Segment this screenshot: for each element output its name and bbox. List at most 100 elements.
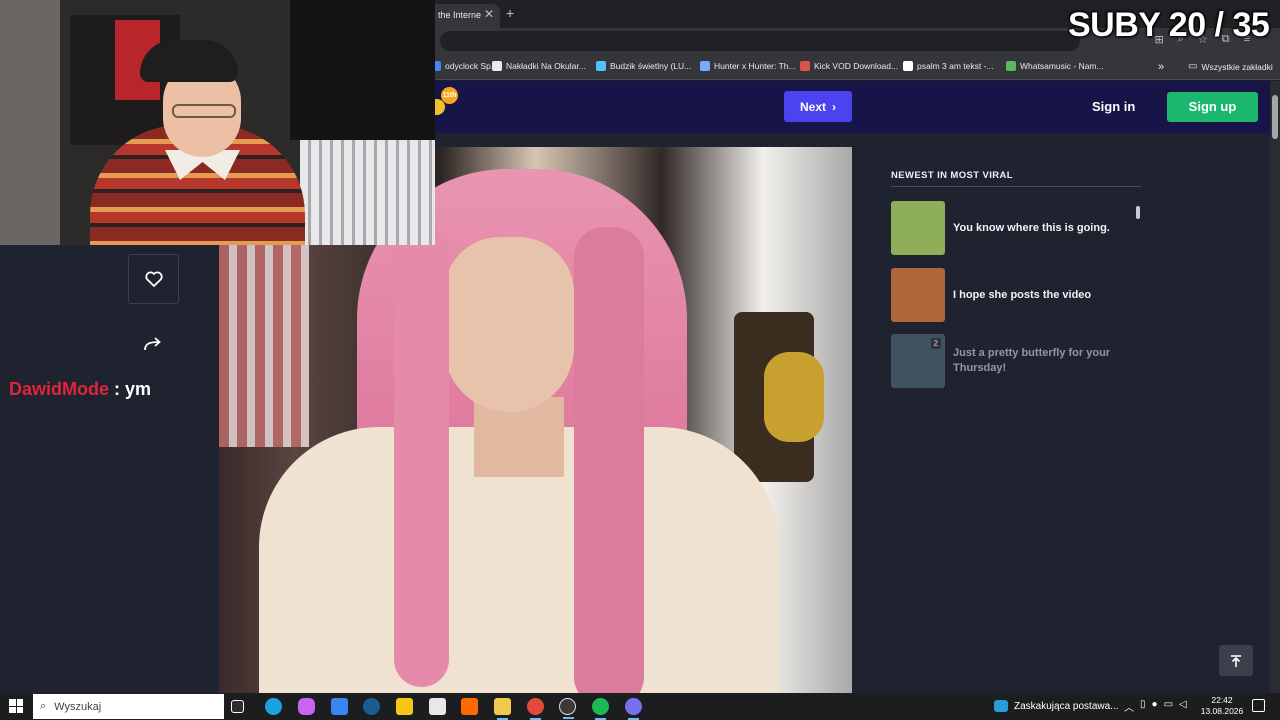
- webcam-person-cap: [140, 40, 238, 82]
- chat-separator: :: [109, 379, 126, 399]
- page-scrollbar[interactable]: [1270, 81, 1280, 693]
- taskbar-clock[interactable]: 22:42 13.08.2026: [1200, 695, 1244, 717]
- news-text: Zaskakująca postawa...: [1014, 700, 1119, 712]
- viral-list-item[interactable]: 2 Just a pretty butterfly for your Thurs…: [891, 334, 1141, 388]
- file-explorer-icon[interactable]: [494, 698, 511, 720]
- discord-icon[interactable]: [625, 698, 642, 720]
- spotify-icon[interactable]: [592, 698, 609, 720]
- next-post-button[interactable]: Next ›: [784, 91, 852, 122]
- sign-up-button[interactable]: Sign up: [1167, 92, 1258, 122]
- notification-icon[interactable]: [1252, 699, 1265, 712]
- bookmark-item[interactable]: Kick VOD Download...: [800, 61, 898, 71]
- chevron-up-icon[interactable]: ︿: [1124, 699, 1134, 714]
- microphone-icon[interactable]: ●: [1152, 699, 1158, 714]
- photo-hair-strand: [574, 227, 644, 693]
- arrow-up-icon: [1231, 654, 1241, 667]
- network-icon[interactable]: ▭: [1164, 699, 1173, 714]
- battery-icon[interactable]: ▯: [1140, 699, 1146, 714]
- bookmark-item[interactable]: psalm 3 am tekst -...: [903, 61, 994, 71]
- viral-thumbnail: [891, 268, 945, 322]
- tab-title: the Interne: [438, 10, 482, 20]
- page-scroll-thumb[interactable]: [1272, 95, 1278, 139]
- webcam-overlay: [0, 0, 435, 245]
- system-tray: ︿ ▯ ● ▭ ◁: [1124, 699, 1187, 714]
- bookmark-label: Nakładki Na Okular...: [506, 61, 586, 71]
- app-orange-icon[interactable]: [461, 698, 478, 715]
- edge-icon[interactable]: [265, 698, 282, 715]
- steam-icon[interactable]: [363, 698, 380, 715]
- share-button[interactable]: [140, 332, 166, 356]
- webcam-window: [290, 0, 435, 140]
- viral-title: I hope she posts the video: [953, 288, 1092, 301]
- task-view-icon[interactable]: [231, 700, 244, 713]
- bookmark-label: psalm 3 am tekst -...: [917, 61, 994, 71]
- viral-list-item[interactable]: You know where this is going.: [891, 201, 1141, 255]
- webcam-radiator: [300, 140, 435, 245]
- subs-counter: SUBY 20 / 35: [1068, 6, 1270, 44]
- bookmark-item[interactable]: Budzik świetlny (LU...: [596, 61, 691, 71]
- bookmark-favicon-icon: [1006, 61, 1016, 71]
- bookmark-item[interactable]: odyclock Sp...: [431, 61, 498, 71]
- back-to-top-button[interactable]: [1219, 645, 1253, 676]
- screen: the Interne ✕ + ⊞ ⌕ ☆ ⧉ ≡ odyclock Sp...…: [0, 0, 1280, 720]
- chat-text: ym: [125, 379, 152, 399]
- all-bookmarks-label: Wszystkie zakładki: [1201, 61, 1273, 72]
- bookmark-favicon-icon: [596, 61, 606, 71]
- bookmark-favicon-icon: [700, 61, 710, 71]
- chat-message: DawidMode : ym: [9, 379, 151, 400]
- store-icon[interactable]: [429, 698, 446, 715]
- copilot-icon[interactable]: [298, 698, 315, 715]
- chrome-icon[interactable]: [527, 698, 544, 720]
- search-placeholder: Wyszukaj: [54, 700, 102, 713]
- address-bar[interactable]: [440, 31, 1080, 51]
- folder-icon: ▭: [1188, 61, 1198, 72]
- app-yellow-icon[interactable]: [396, 698, 413, 715]
- favorite-button[interactable]: [128, 254, 179, 304]
- bookmark-favicon-icon: [800, 61, 810, 71]
- new-tab-icon[interactable]: +: [506, 5, 514, 21]
- search-icon: ⌕: [40, 700, 47, 712]
- image-count-badge: 2: [930, 338, 941, 349]
- sign-in-link[interactable]: Sign in: [1092, 99, 1135, 114]
- clock-date: 13.08.2026: [1200, 706, 1244, 716]
- bookmark-item[interactable]: Hunter x Hunter: Th...: [700, 61, 796, 71]
- bookmark-label: Whatsamusic - Nam...: [1020, 61, 1104, 71]
- taskbar: ⌕ Wyszukaj Zaskakująca postawa... ︿ ▯ ● …: [0, 693, 1280, 720]
- volume-icon[interactable]: ◁: [1179, 699, 1187, 714]
- clock-time: 22:42: [1211, 695, 1233, 705]
- photo-background-figurine: [764, 352, 824, 442]
- bookmark-label: Kick VOD Download...: [814, 61, 899, 71]
- heart-icon: [144, 271, 163, 287]
- photo-hair-strand: [394, 227, 449, 687]
- bookmark-label: Budzik świetlny (LU...: [610, 61, 692, 71]
- logo-badge: 11th: [441, 87, 458, 104]
- taskbar-search[interactable]: ⌕ Wyszukaj: [33, 694, 224, 719]
- tab-close-icon[interactable]: ✕: [484, 7, 494, 21]
- viral-title: Just a pretty butterfly for your Thursda…: [953, 347, 1111, 374]
- chevron-right-icon: ›: [832, 99, 836, 114]
- bookmark-favicon-icon: [903, 61, 913, 71]
- windows-start-icon[interactable]: [9, 699, 23, 713]
- all-bookmarks-folder[interactable]: ▭ Wszystkie zakładki: [1188, 61, 1273, 72]
- news-widget[interactable]: Zaskakująca postawa...: [994, 700, 1119, 712]
- webcam-person-glasses: [172, 104, 236, 118]
- viral-list-item[interactable]: I hope she posts the video: [891, 268, 1141, 322]
- mail-icon[interactable]: [331, 698, 348, 715]
- viral-title: You know where this is going.: [953, 221, 1110, 234]
- bookmark-label: odyclock Sp...: [445, 61, 498, 71]
- sidebar-scroll-thumb[interactable]: [1136, 206, 1140, 219]
- bookmark-label: Hunter x Hunter: Th...: [714, 61, 796, 71]
- bookmark-favicon-icon: [492, 61, 502, 71]
- obs-icon[interactable]: [559, 698, 576, 719]
- next-label: Next: [799, 99, 826, 114]
- post-actions-panel: [0, 245, 219, 693]
- viral-thumbnail: 2: [891, 334, 945, 388]
- webcam-wall: [0, 0, 60, 245]
- news-icon: [994, 700, 1008, 712]
- viral-thumbnail: [891, 201, 945, 255]
- bookmark-item[interactable]: Whatsamusic - Nam...: [1006, 61, 1104, 71]
- share-arrow-icon: [144, 337, 161, 351]
- bookmark-item[interactable]: Nakładki Na Okular...: [492, 61, 586, 71]
- bookmarks-more-icon[interactable]: »: [1158, 61, 1164, 73]
- chat-username: DawidMode: [9, 379, 110, 399]
